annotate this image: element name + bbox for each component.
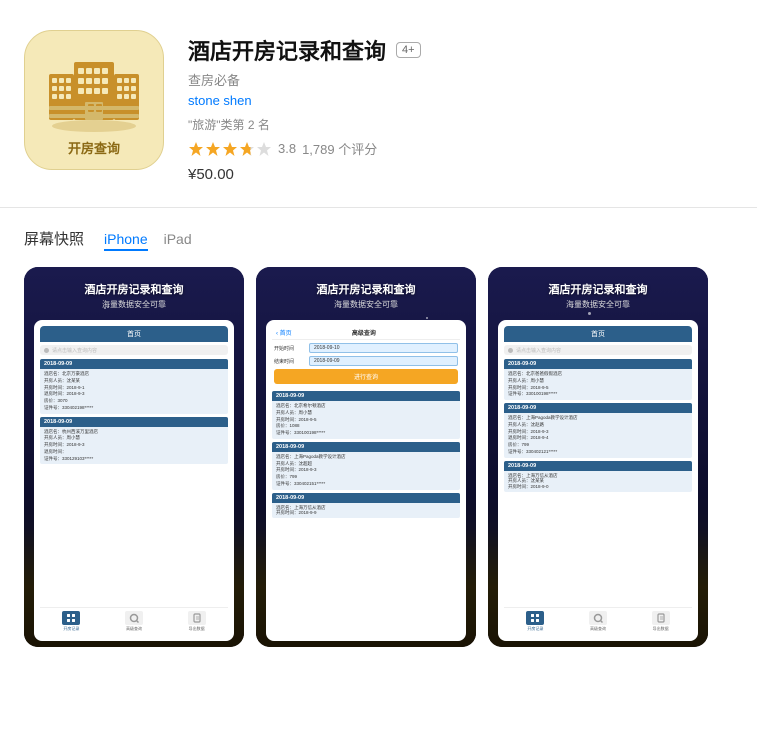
- star-5-empty: [256, 141, 272, 157]
- rating-value: 3.8: [278, 141, 296, 156]
- app-info: 酒店开房记录和查询 4+ 查房必备 stone shen "旅游"类第 2 名 …: [188, 30, 733, 183]
- app-icon-label: 开房查询: [68, 138, 120, 157]
- app-header: 开房查询 酒店开房记录和查询 4+ 查房必备 stone shen "旅游"类第…: [0, 0, 757, 208]
- app-title-row: 酒店开房记录和查询 4+: [188, 34, 733, 66]
- ss3-title-area: 酒店开房记录和查询 海量数据安全可靠: [488, 267, 708, 314]
- age-badge: 4+: [396, 42, 421, 58]
- app-icon-svg: [44, 44, 144, 134]
- star-rating: [188, 141, 272, 157]
- app-subtitle: 查房必备: [188, 70, 733, 89]
- star-2: [205, 141, 221, 157]
- device-tabs: iPhone iPad: [104, 231, 192, 251]
- ss1-title-area: 酒店开房记录和查询 海量数据安全可靠: [24, 267, 244, 314]
- rating-row: 3.8 1,789 个评分: [188, 139, 733, 158]
- screenshot-2: 酒店开房记录和查询 海量数据安全可靠 ‹ 首页 高级查询 开始时间 2018-0…: [256, 267, 476, 647]
- star-3: [222, 141, 238, 157]
- tab-ipad[interactable]: iPad: [164, 231, 192, 251]
- ss3-phone: 首页 请点击输入查询内容 2018-09-09 酒店名：北京爸爸假假酒店 开房人…: [498, 320, 698, 641]
- screenshot-3: 酒店开房记录和查询 海量数据安全可靠 首页 请点击输入查询内容 2018-09-…: [488, 267, 708, 647]
- rating-count: 1,789 个评分: [302, 139, 377, 158]
- star-4-half: [239, 141, 255, 157]
- star-1: [188, 141, 204, 157]
- screenshots-header: 屏幕快照 iPhone iPad: [24, 228, 733, 251]
- app-title: 酒店开房记录和查询: [188, 34, 386, 66]
- screenshots-row: 酒店开房记录和查询 海量数据安全可靠 首页 请点击输入查询内容 2018-09-…: [24, 267, 733, 647]
- screenshots-section: 屏幕快照 iPhone iPad 酒店开房记录和查询 海量数据安全可靠 首页: [0, 208, 757, 667]
- ss2-title-area: 酒店开房记录和查询 海量数据安全可靠: [256, 267, 476, 314]
- tab-iphone[interactable]: iPhone: [104, 231, 148, 251]
- ss1-phone: 首页 请点击输入查询内容 2018-09-09 酒店名：北京万豪酒店 开房人员：…: [34, 320, 234, 641]
- app-icon: 开房查询: [24, 30, 164, 170]
- ss2-phone: ‹ 首页 高级查询 开始时间 2018-09-10 结束时间 2018-09-0…: [266, 320, 466, 641]
- app-developer[interactable]: stone shen: [188, 93, 733, 108]
- app-price: ¥50.00: [188, 166, 733, 183]
- screenshot-1: 酒店开房记录和查询 海量数据安全可靠 首页 请点击输入查询内容 2018-09-…: [24, 267, 244, 647]
- app-category: "旅游"类第 2 名: [188, 116, 733, 133]
- screenshots-label: 屏幕快照: [24, 228, 84, 249]
